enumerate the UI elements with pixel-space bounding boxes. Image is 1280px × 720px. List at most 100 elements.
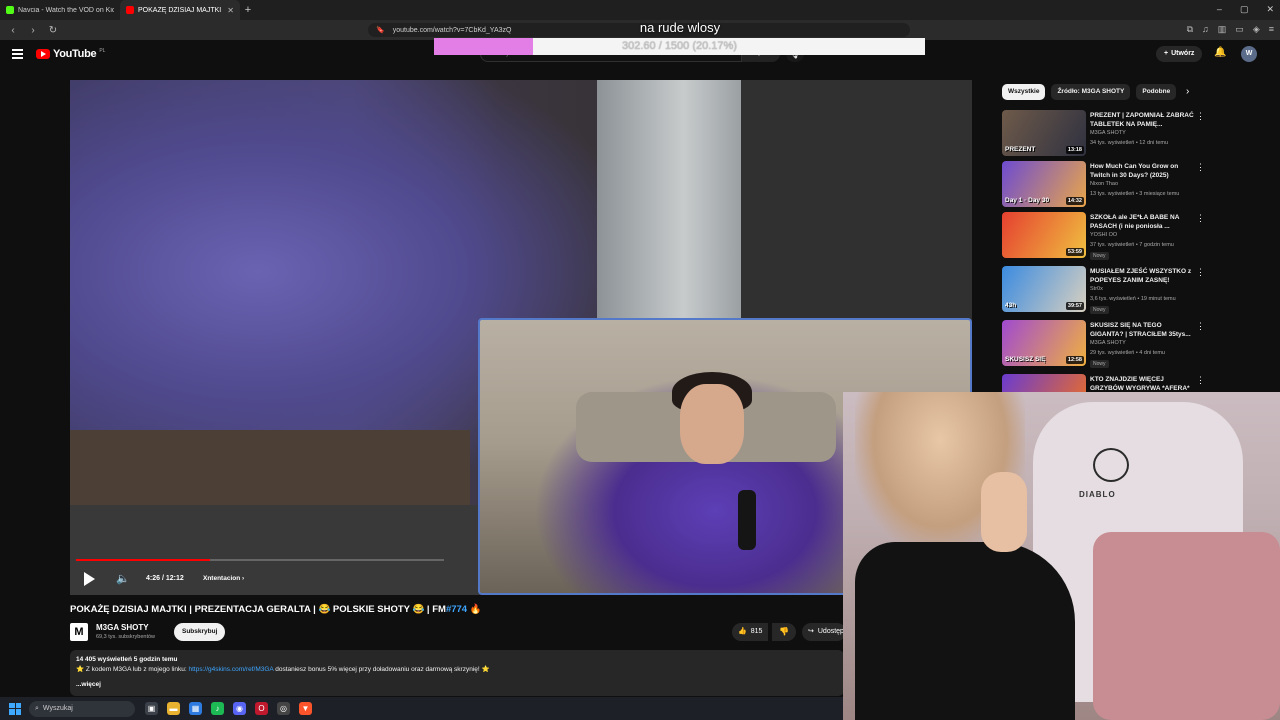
youtube-favicon-icon — [126, 6, 134, 14]
channel-name[interactable]: M3GA SHOTY — [96, 623, 149, 632]
sidebar-icon[interactable]: ▥ — [1218, 24, 1227, 35]
recommended-title[interactable]: MUSIAŁEM ZJEŚĆ WSZYSTKO z POPEYES ZANIM … — [1090, 267, 1196, 285]
browser-toolbar-icons: ⧉ ♫ ▥ ▭ ◈ ≡ — [1187, 24, 1274, 35]
video-thumbnail[interactable]: PREZENT 13:18 — [1002, 110, 1086, 156]
close-tab-icon[interactable]: ✕ — [227, 6, 234, 15]
chip-related[interactable]: Podobne — [1136, 84, 1177, 100]
chip-source[interactable]: Źródło: M3GA SHOTY — [1051, 84, 1131, 100]
volume-icon[interactable]: 🔈 — [116, 572, 130, 585]
brave-icon[interactable]: ▼ — [299, 702, 312, 715]
bookmark-icon[interactable]: 🔖 — [376, 26, 385, 34]
video-thumbnail[interactable] — [1002, 374, 1086, 392]
video-thumbnail[interactable]: 43h 39:57 — [1002, 266, 1086, 312]
subscribe-button[interactable]: Subskrybuj — [174, 623, 226, 641]
menu-icon[interactable]: ≡ — [1269, 24, 1274, 35]
recommended-video[interactable]: 53:59 SZKOŁA ale JE*ŁA BABE NA PASACH (i … — [1002, 212, 1205, 260]
recommended-title[interactable]: SZKOŁA ale JE*ŁA BABE NA PASACH (i nie p… — [1090, 213, 1196, 231]
play-icon[interactable] — [84, 572, 95, 586]
chevron-right-icon[interactable]: › — [1186, 86, 1189, 97]
opera-icon[interactable]: O — [255, 702, 268, 715]
minimize-button[interactable]: – — [1217, 4, 1222, 15]
wallet-icon[interactable]: ▭ — [1235, 24, 1244, 35]
reload-icon[interactable]: ↻ — [46, 25, 60, 36]
facecam-person-hand — [981, 472, 1027, 552]
video-duration: 14:32 — [1065, 197, 1084, 205]
description-stats: 14 405 wyświetleń 5 godzin temu — [76, 656, 178, 663]
share-icon: ↪ — [808, 628, 814, 635]
browser-tab-youtube[interactable]: POKAŻĘ DZISIAJ MAJTKI | PR ✕ — [120, 0, 240, 20]
stream-goal-bar: 302.60 / 1500 (20.17%) — [434, 38, 925, 55]
maximize-button[interactable]: ▢ — [1240, 4, 1249, 15]
recommended-video[interactable]: 43h 39:57 MUSIAŁEM ZJEŚĆ WSZYSTKO z POPEYE… — [1002, 266, 1205, 314]
chapter-button[interactable]: Xntentacion › — [203, 575, 244, 582]
share-button[interactable]: ↪Udostępnij — [802, 623, 846, 641]
recommended-channel[interactable]: M3GA SHOTY — [1090, 340, 1126, 346]
extensions-icon[interactable]: ⧉ — [1187, 24, 1193, 35]
forward-icon[interactable]: › — [26, 25, 40, 36]
video-thumbnail[interactable]: 53:59 — [1002, 212, 1086, 258]
like-button[interactable]: 👍 815 — [732, 623, 769, 641]
webcam-microphone — [738, 490, 756, 550]
recommended-title[interactable]: KTO ZNAJDZIE WIĘCEJ GRZYBÓW WYGRYWA *AFE… — [1090, 375, 1196, 392]
more-options-icon[interactable]: ⋮ — [1196, 162, 1205, 173]
notifications-bell-icon[interactable]: 🔔 — [1214, 47, 1226, 58]
taskbar-search[interactable]: ⌕ Wyszukaj — [29, 700, 135, 717]
like-count: 815 — [750, 628, 763, 635]
facecam-person-body — [855, 542, 1075, 720]
obs-icon[interactable]: ◎ — [277, 702, 290, 715]
recommendation-chips: Wszystkie Źródło: M3GA SHOTY Podobne — [1002, 84, 1177, 100]
shield-icon[interactable]: ◈ — [1253, 24, 1260, 35]
youtube-play-icon — [36, 49, 50, 59]
new-tab-button[interactable]: + — [240, 4, 256, 16]
file-explorer-icon[interactable]: ▬ — [167, 702, 180, 715]
player-controls: 🔈 4:26 / 12:12 Xntentacion › — [70, 556, 478, 594]
spotify-icon[interactable]: ♪ — [211, 702, 224, 715]
recommended-title[interactable]: SKUSISZ SIĘ NA TEGO GIGANTA? | STRACIŁEM… — [1090, 321, 1196, 339]
recommended-title[interactable]: PREZENT | ZAPOMNIAŁ ZABRAĆ TABLETEK NA P… — [1090, 111, 1196, 129]
video-thumbnail[interactable]: Day 1 · Day 30 14:32 — [1002, 161, 1086, 207]
back-icon[interactable]: ‹ — [6, 25, 20, 36]
video-description[interactable]: 14 405 wyświetleń 5 godzin temu ⭐ Z kode… — [70, 650, 844, 696]
windows-taskbar: ⌕ Wyszukaj ▣ ▬ ▦ ♪ ◉ O ◎ ▼ — [0, 697, 843, 720]
more-options-icon[interactable]: ⋮ — [1196, 321, 1205, 332]
recommended-meta: 37 tys. wyświetleń • 7 godzin temu — [1090, 242, 1174, 248]
task-view-icon[interactable]: ▣ — [145, 702, 158, 715]
playlist-icon[interactable]: ♫ — [1202, 24, 1209, 35]
recommended-channel[interactable]: Nixon Thao — [1090, 181, 1118, 187]
menu-icon[interactable] — [12, 49, 23, 59]
logo-region: PL — [99, 48, 106, 54]
recommended-channel[interactable]: M3GA SHOTY — [1090, 130, 1126, 136]
account-avatar[interactable]: W — [1241, 46, 1257, 62]
recommended-video[interactable]: SKUSISZ SIĘ 12:58 SKUSISZ SIĘ NA TEGO GIGA… — [1002, 320, 1205, 368]
recommended-video[interactable]: KTO ZNAJDZIE WIĘCEJ GRZYBÓW WYGRYWA *AFE… — [1002, 374, 1202, 392]
channel-avatar[interactable]: M — [70, 623, 88, 641]
browser-tab-kick[interactable]: Navcia - Watch the VOD on Kick — [0, 0, 120, 20]
video-thumbnail[interactable]: SKUSISZ SIĘ 12:58 — [1002, 320, 1086, 366]
video-frame-desk — [70, 430, 470, 510]
more-options-icon[interactable]: ⋮ — [1196, 213, 1205, 224]
close-window-button[interactable]: ✕ — [1266, 4, 1274, 15]
create-button[interactable]: + Utwórz — [1156, 46, 1203, 62]
chair-logo-icon — [1093, 448, 1129, 482]
discord-icon[interactable]: ◉ — [233, 702, 246, 715]
channel-subscribers: 69,3 tys. subskrybentów — [96, 634, 156, 640]
recommended-title[interactable]: How Much Can You Grow on Twitch in 30 Da… — [1090, 162, 1196, 180]
progress-bar[interactable] — [76, 559, 444, 561]
description-more-button[interactable]: ...więcej — [76, 681, 838, 688]
more-options-icon[interactable]: ⋮ — [1196, 111, 1205, 122]
webcam-person-face — [680, 384, 744, 464]
recommended-video[interactable]: Day 1 · Day 30 14:32 How Much Can You Grow… — [1002, 161, 1205, 209]
video-hashtag[interactable]: #774 — [446, 604, 467, 615]
kick-favicon-icon — [6, 6, 14, 14]
recommended-video[interactable]: PREZENT 13:18 PREZENT | ZAPOMNIAŁ ZABRAĆ T… — [1002, 110, 1205, 158]
dislike-button[interactable]: 👎 — [772, 623, 796, 641]
windows-start-icon[interactable] — [9, 702, 21, 715]
youtube-logo[interactable]: YouTube PL — [36, 48, 105, 60]
more-options-icon[interactable]: ⋮ — [1196, 267, 1205, 278]
recommended-channel[interactable]: YOSHI OO — [1090, 232, 1117, 238]
store-icon[interactable]: ▦ — [189, 702, 202, 715]
recommended-channel[interactable]: Str0x — [1090, 286, 1103, 292]
description-link[interactable]: https://g4skins.com/ref/M3GA — [189, 666, 274, 673]
more-options-icon[interactable]: ⋮ — [1196, 375, 1202, 386]
chip-all[interactable]: Wszystkie — [1002, 84, 1046, 100]
